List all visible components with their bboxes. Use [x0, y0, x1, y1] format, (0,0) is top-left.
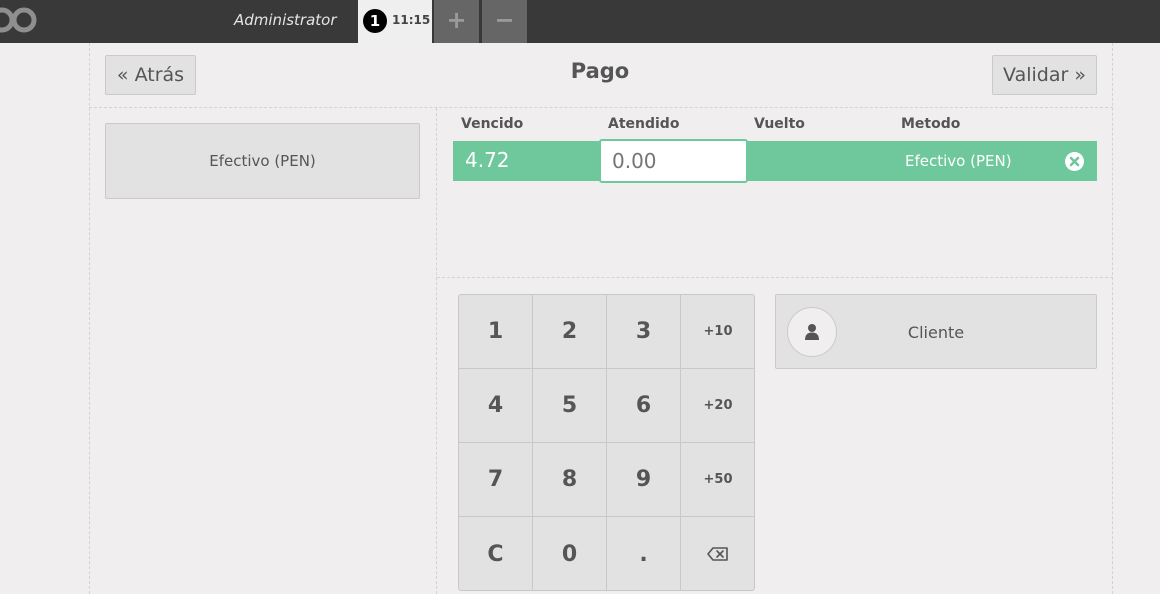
header-divider	[89, 107, 1113, 108]
numpad-key-8[interactable]: 8	[533, 443, 607, 517]
validate-button[interactable]: Validar »	[992, 55, 1097, 95]
backspace-icon	[707, 547, 728, 561]
numpad-key-plus50[interactable]: +50	[681, 443, 754, 517]
numpad-key-1[interactable]: 1	[459, 295, 533, 369]
odoo-logo-icon	[0, 7, 37, 33]
col-header-method: Metodo	[901, 116, 961, 132]
due-amount: 4.72	[465, 148, 510, 172]
back-button[interactable]: « Atrás	[105, 55, 196, 95]
numpad-key-6[interactable]: 6	[607, 369, 681, 443]
numpad-divider	[437, 277, 1113, 278]
numpad-key-plus20[interactable]: +20	[681, 369, 754, 443]
col-header-tendered: Atendido	[608, 116, 680, 132]
order-time: 11:15	[392, 13, 431, 27]
add-order-button[interactable]: +	[434, 0, 479, 43]
numpad-key-backspace[interactable]	[681, 517, 754, 590]
remove-order-button[interactable]: −	[482, 0, 527, 43]
payment-method-cash[interactable]: Efectivo (PEN)	[105, 123, 420, 199]
numpad-key-5[interactable]: 5	[533, 369, 607, 443]
payment-line[interactable]: 4.72 Efectivo (PEN)	[453, 139, 1097, 183]
numpad-key-7[interactable]: 7	[459, 443, 533, 517]
user-name: Administrator	[234, 11, 337, 29]
customer-button[interactable]: Cliente	[775, 294, 1097, 369]
payment-line-method: Efectivo (PEN)	[905, 152, 1012, 170]
numpad-key-2[interactable]: 2	[533, 295, 607, 369]
tendered-input[interactable]	[599, 139, 748, 183]
delete-line-icon[interactable]	[1065, 152, 1084, 171]
customer-label: Cliente	[907, 323, 965, 342]
col-header-due: Vencido	[461, 116, 524, 132]
numpad: 1 2 3 +10 4 5 6 +20 7 8 9 +50 C 0 .	[458, 294, 755, 591]
order-number: 1	[363, 9, 387, 33]
col-header-change: Vuelto	[754, 116, 805, 132]
numpad-key-9[interactable]: 9	[607, 443, 681, 517]
top-bar: Administrator 1 11:15 + −	[0, 0, 1160, 43]
numpad-key-clear[interactable]: C	[459, 517, 533, 590]
page-title: Pago	[570, 59, 630, 83]
order-tab[interactable]: 1 11:15	[358, 0, 432, 43]
numpad-key-plus10[interactable]: +10	[681, 295, 754, 369]
numpad-key-4[interactable]: 4	[459, 369, 533, 443]
numpad-key-3[interactable]: 3	[607, 295, 681, 369]
numpad-key-0[interactable]: 0	[533, 517, 607, 590]
numpad-key-dot[interactable]: .	[607, 517, 681, 590]
column-divider	[436, 108, 437, 594]
